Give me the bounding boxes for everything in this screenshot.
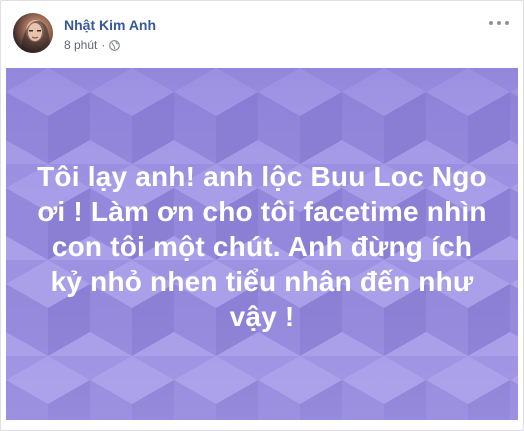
feed-post: Nhật Kim Anh 8 phút · Tôi lạy anh! anh l… bbox=[0, 0, 524, 431]
more-dot bbox=[489, 21, 493, 25]
post-text: Tôi lạy anh! anh lộc Buu Loc Ngo ơi ! Là… bbox=[37, 160, 487, 332]
post-meta: 8 phút · bbox=[64, 38, 121, 52]
background-post: Tôi lạy anh! anh lộc Buu Loc Ngo ơi ! Là… bbox=[6, 68, 518, 420]
globe-icon[interactable] bbox=[109, 40, 121, 51]
more-dot bbox=[497, 21, 501, 25]
more-options-icon[interactable] bbox=[489, 15, 509, 31]
author-name[interactable]: Nhật Kim Anh bbox=[64, 17, 156, 33]
post-header: Nhật Kim Anh 8 phút · bbox=[1, 1, 523, 63]
more-dot bbox=[505, 21, 509, 25]
author-avatar[interactable] bbox=[13, 13, 53, 53]
meta-separator: · bbox=[101, 38, 106, 52]
post-timestamp[interactable]: 8 phút bbox=[64, 38, 97, 52]
